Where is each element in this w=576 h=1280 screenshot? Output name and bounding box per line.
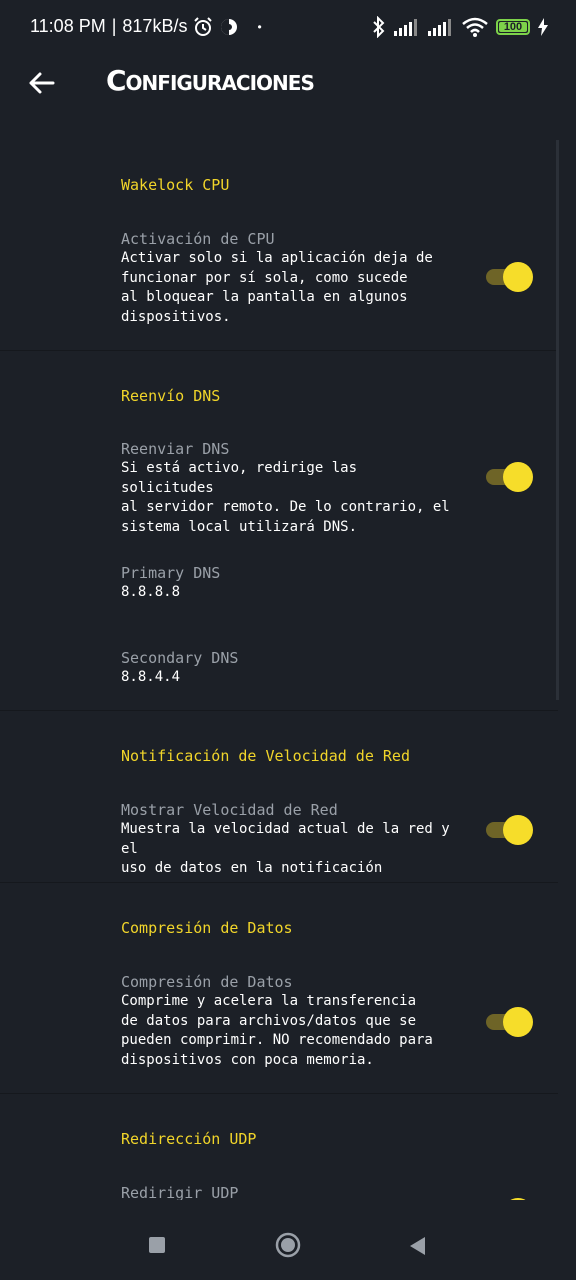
item-description: Si está activo, redirige las solicitudes… [121,460,450,535]
item-value: 8.8.4.4 [121,669,181,685]
system-nav-bar [0,1200,576,1280]
charging-icon [538,18,548,36]
status-right: 100 [372,16,548,38]
status-dot: • [257,19,262,34]
page-title: Configuraciones [106,64,315,97]
item-title: Compresión de Datos [121,973,293,991]
section-title: Notificación de Velocidad de Red [121,747,410,765]
section-wakelock-cpu: Wakelock CPU Activación de CPU Activar s… [0,140,558,351]
toggle-network-speed[interactable] [486,815,533,845]
bluetooth-icon [373,16,385,38]
signal-icon [428,19,451,36]
section-title: Wakelock CPU [121,176,230,194]
battery-level: 100 [503,21,523,33]
item-title: Activación de CPU [121,230,275,248]
item-description: Activar solo si la aplicación deja de fu… [121,250,433,325]
back-triangle-icon[interactable] [408,1236,426,1256]
section-network-speed: Notificación de Velocidad de Red Mostrar… [0,711,558,883]
status-bar: 11:08 PM | 817kB/s • 100 [0,0,576,56]
item-title: Secondary DNS [121,649,239,667]
item-title: Redirigir UDP [121,1184,239,1200]
item-title: Reenviar DNS [121,440,230,458]
arrow-left-icon[interactable] [26,68,56,98]
toggle-forward-dns[interactable] [486,462,533,492]
recents-square-icon[interactable] [149,1237,165,1253]
item-description: Muestra la velocidad actual de la red y … [121,821,450,876]
item-title: Primary DNS [121,564,221,582]
item-description: Comprime y acelera la transferencia de d… [121,993,433,1068]
network-speed: 817kB/s [122,16,188,36]
status-separator: | [111,16,117,36]
app-bar: Configuraciones [0,56,576,124]
alarm-icon [194,16,213,36]
battery-icon: 100 [496,19,530,35]
wifi-icon [462,17,488,37]
vpn-icon [221,18,238,35]
section-dns-forwarding: Reenvío DNS Reenviar DNS Si está activo,… [0,351,558,711]
home-circle-icon[interactable] [275,1232,301,1258]
section-title: Redirección UDP [121,1130,257,1148]
status-time: 11:08 PM [30,16,106,36]
section-udp-redirect: Redirección UDP Redirigir UDP [0,1094,558,1200]
scrollbar[interactable] [556,140,559,700]
section-data-compression: Compresión de Datos Compresión de Datos … [0,883,558,1094]
toggle-data-compression[interactable] [486,1007,533,1037]
signal-icon [394,19,417,36]
settings-list[interactable]: Wakelock CPU Activación de CPU Activar s… [0,140,558,1200]
section-title: Compresión de Datos [121,919,293,937]
item-title: Mostrar Velocidad de Red [121,801,338,819]
status-left: 11:08 PM | 817kB/s • [30,16,262,37]
toggle-cpu-activation[interactable] [486,262,533,292]
section-title: Reenvío DNS [121,387,221,405]
item-value: 8.8.8.8 [121,584,181,600]
